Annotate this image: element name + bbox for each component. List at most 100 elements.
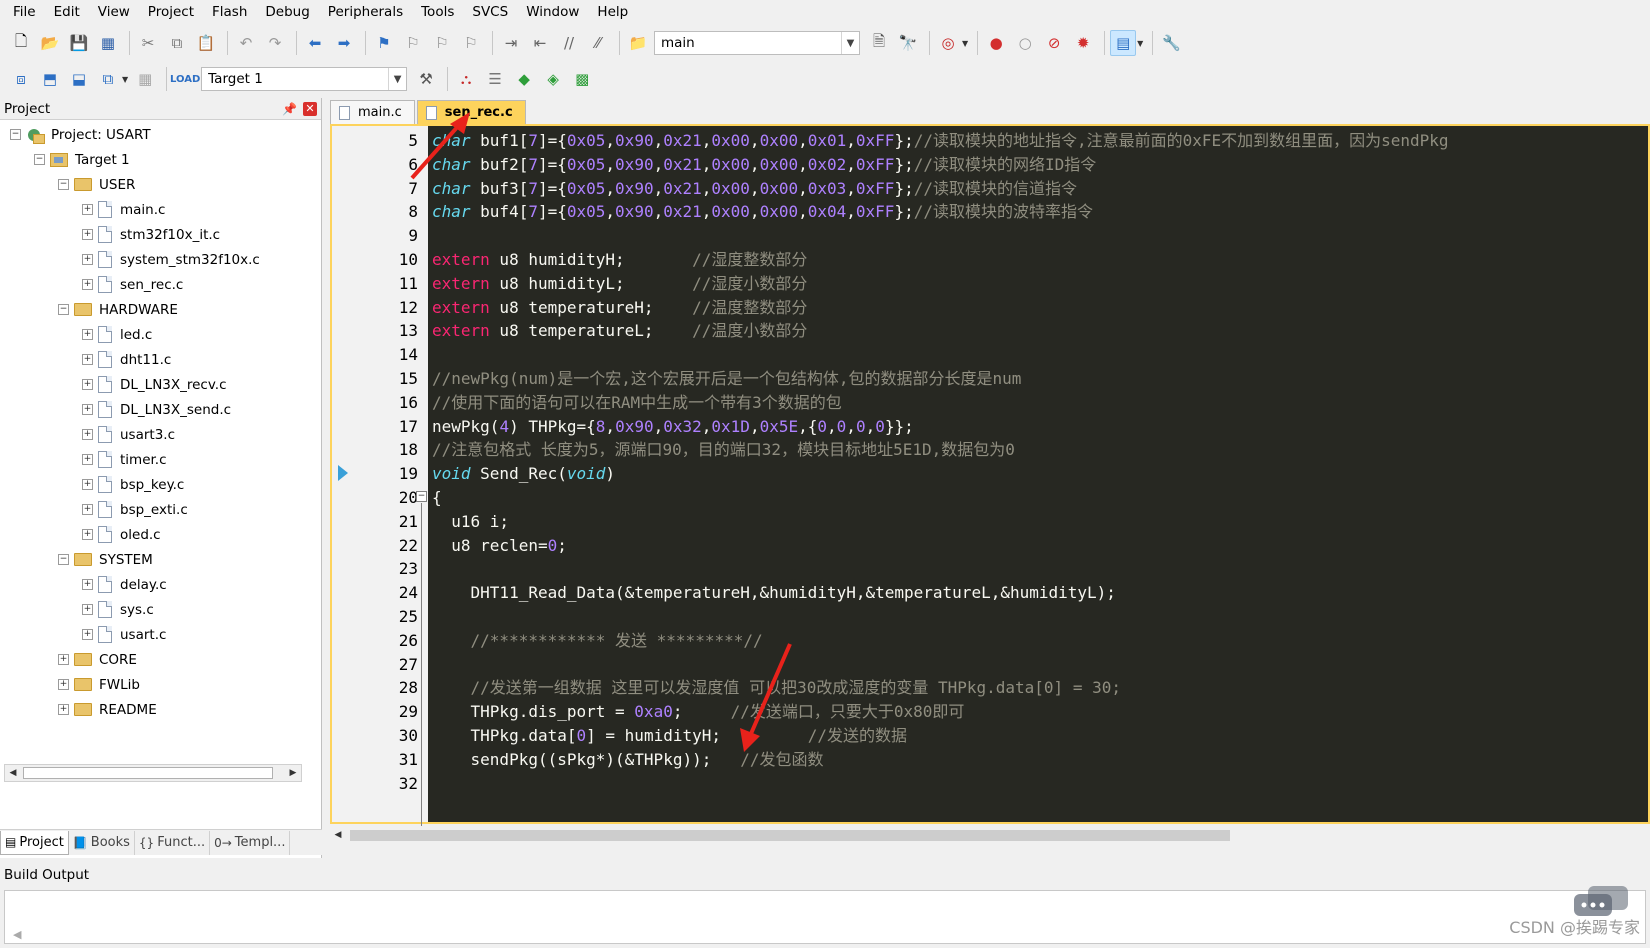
tree-item-target[interactable]: − Target 1 bbox=[0, 147, 321, 172]
collapse-icon[interactable]: − bbox=[10, 129, 21, 140]
tree-item-file[interactable]: + DL_LN3X_send.c bbox=[0, 397, 321, 422]
expand-icon[interactable]: + bbox=[82, 604, 93, 615]
find-combo[interactable]: main ▼ bbox=[654, 31, 860, 55]
project-horizontal-scrollbar[interactable]: ◀ ▶ bbox=[4, 764, 302, 782]
tree-item-file[interactable]: + timer.c bbox=[0, 447, 321, 472]
incremental-find-icon[interactable]: 🗎 bbox=[866, 30, 892, 56]
undo-icon[interactable]: ↶ bbox=[233, 30, 259, 56]
menu-svcs[interactable]: SVCS bbox=[463, 0, 517, 24]
tree-item-project[interactable]: − Project: USART bbox=[0, 122, 321, 147]
manage-project-items-icon[interactable]: ☰ bbox=[482, 66, 508, 92]
expand-icon[interactable]: + bbox=[82, 354, 93, 365]
tree-item-file[interactable]: + dht11.c bbox=[0, 347, 321, 372]
expand-icon[interactable]: + bbox=[82, 279, 93, 290]
new-file-icon[interactable]: 🗋 bbox=[8, 30, 34, 56]
scrollbar-thumb[interactable] bbox=[350, 830, 1230, 841]
bottom-tab-books[interactable]: 📘 Books bbox=[69, 830, 135, 855]
expand-icon[interactable]: + bbox=[58, 654, 69, 665]
fold-collapse-icon[interactable]: − bbox=[416, 491, 427, 502]
code-line[interactable]: //************ 发送 *********// bbox=[432, 628, 763, 653]
tree-item-file[interactable]: + oled.c bbox=[0, 522, 321, 547]
dropdown-arrow-icon[interactable]: ▼ bbox=[1137, 39, 1143, 48]
menu-flash[interactable]: Flash bbox=[203, 0, 256, 24]
menu-tools[interactable]: Tools bbox=[412, 0, 463, 24]
nav-forward-icon[interactable]: ➡ bbox=[331, 30, 357, 56]
redo-icon[interactable]: ↷ bbox=[262, 30, 288, 56]
menu-view[interactable]: View bbox=[89, 0, 139, 24]
code-line[interactable]: extern u8 humidityL; //湿度小数部分 bbox=[432, 271, 807, 296]
editor-horizontal-scrollbar[interactable]: ◀ bbox=[330, 826, 1650, 844]
menu-debug[interactable]: Debug bbox=[256, 0, 318, 24]
build-icon[interactable]: ⬒ bbox=[37, 66, 63, 92]
tree-item-file[interactable]: + usart.c bbox=[0, 622, 321, 647]
translate-icon[interactable]: ⧈ bbox=[8, 66, 34, 92]
copy-icon[interactable]: ⧉ bbox=[164, 30, 190, 56]
tree-item-file[interactable]: + usart3.c bbox=[0, 422, 321, 447]
tree-item-file[interactable]: + led.c bbox=[0, 322, 321, 347]
scroll-right-icon[interactable]: ▶ bbox=[285, 765, 301, 781]
find-icon[interactable]: 🔭 bbox=[895, 30, 921, 56]
scroll-left-icon[interactable]: ◀ bbox=[330, 827, 346, 843]
editor-tab-main-c[interactable]: main.c bbox=[330, 100, 415, 124]
build-output-text[interactable]: ◀ bbox=[4, 890, 1646, 944]
tree-item-file[interactable]: + system_stm32f10x.c bbox=[0, 247, 321, 272]
open-folder-icon[interactable]: 📂 bbox=[37, 30, 63, 56]
expand-icon[interactable]: + bbox=[82, 204, 93, 215]
code-line[interactable]: char buf2[7]={0x05,0x90,0x21,0x00,0x00,0… bbox=[432, 152, 1096, 177]
code-line[interactable]: char buf4[7]={0x05,0x90,0x21,0x00,0x00,0… bbox=[432, 199, 1093, 224]
download-icon[interactable]: LOAD bbox=[170, 66, 200, 92]
expand-icon[interactable]: + bbox=[82, 479, 93, 490]
code-line[interactable]: u8 reclen=0; bbox=[432, 533, 567, 558]
window-layout-icon[interactable]: ▤ bbox=[1110, 30, 1137, 56]
scroll-left-icon[interactable]: ◀ bbox=[13, 928, 21, 941]
code-line[interactable]: extern u8 humidityH; //湿度整数部分 bbox=[432, 247, 807, 272]
expand-icon[interactable]: + bbox=[82, 379, 93, 390]
bottom-tab-funct[interactable]: {} Funct... bbox=[135, 830, 211, 855]
tree-item-file[interactable]: + sys.c bbox=[0, 597, 321, 622]
scrollbar-track[interactable] bbox=[21, 766, 285, 780]
tree-item-file[interactable]: + bsp_key.c bbox=[0, 472, 321, 497]
chevron-down-icon[interactable]: ▼ bbox=[841, 32, 859, 54]
pin-icon[interactable]: 📌 bbox=[282, 102, 297, 116]
tree-item-folder[interactable]: − USER bbox=[0, 172, 321, 197]
batch-build-icon[interactable]: ⧉ bbox=[95, 66, 121, 92]
expand-icon[interactable]: + bbox=[58, 679, 69, 690]
code-line[interactable]: //使用下面的语句可以在RAM中生成一个带有3个数据的包 bbox=[432, 390, 842, 415]
menu-peripherals[interactable]: Peripherals bbox=[319, 0, 412, 24]
menu-window[interactable]: Window bbox=[517, 0, 588, 24]
select-packs-icon[interactable]: ◆ bbox=[511, 66, 537, 92]
expand-icon[interactable]: + bbox=[82, 229, 93, 240]
code-line[interactable]: u16 i; bbox=[432, 509, 509, 534]
configure-icon[interactable]: 🔧 bbox=[1158, 30, 1184, 56]
target-options-icon[interactable]: ⚒ bbox=[413, 66, 439, 92]
expand-icon[interactable]: + bbox=[82, 579, 93, 590]
menu-file[interactable]: File bbox=[4, 0, 45, 24]
find-in-files-icon[interactable]: 📁 bbox=[625, 30, 651, 56]
code-line[interactable]: { bbox=[432, 485, 442, 510]
code-line[interactable]: char buf1[7]={0x05,0x90,0x21,0x00,0x00,0… bbox=[432, 128, 1449, 153]
code-line[interactable]: //newPkg(num)是一个宏,这个宏展开后是一个包结构体,包的数据部分长度… bbox=[432, 366, 1021, 391]
uncomment-icon[interactable]: ⁄⁄ bbox=[585, 30, 611, 56]
code-line[interactable]: THPkg.dis_port = 0xa0; //发送端口，只要大于0x80即可 bbox=[432, 699, 965, 724]
bookmark-next-icon[interactable]: ⚐ bbox=[429, 30, 455, 56]
breakpoint-disable-icon[interactable]: ○ bbox=[1012, 30, 1038, 56]
pack-installer-icon[interactable]: ◈ bbox=[540, 66, 566, 92]
expand-icon[interactable]: + bbox=[82, 629, 93, 640]
tree-item-file[interactable]: + delay.c bbox=[0, 572, 321, 597]
tree-item-folder[interactable]: − SYSTEM bbox=[0, 547, 321, 572]
expand-icon[interactable]: + bbox=[82, 529, 93, 540]
collapse-icon[interactable]: − bbox=[34, 154, 45, 165]
nav-back-icon[interactable]: ⬅ bbox=[302, 30, 328, 56]
code-line[interactable]: extern u8 temperatureH; //温度整数部分 bbox=[432, 295, 807, 320]
collapse-icon[interactable]: − bbox=[58, 304, 69, 315]
bottom-tab-project[interactable]: ▤ Project bbox=[0, 830, 69, 855]
code-line[interactable]: DHT11_Read_Data(&temperatureH,&humidityH… bbox=[432, 580, 1116, 605]
stop-build-icon[interactable]: ▦ bbox=[132, 66, 158, 92]
bookmark-clear-icon[interactable]: ⚐ bbox=[458, 30, 484, 56]
target-combo[interactable]: Target 1 ▼ bbox=[201, 67, 408, 91]
code-line[interactable]: //发送第一组数据 这里可以发湿度值 可以把30改成湿度的变量 THPkg.da… bbox=[432, 675, 1121, 700]
expand-icon[interactable]: + bbox=[82, 429, 93, 440]
code-line[interactable]: //注意包格式 长度为5，源端口90，目的端口32，模块目标地址5E1D,数据包… bbox=[432, 437, 1015, 462]
bookmark-set-icon[interactable]: ⚑ bbox=[371, 30, 397, 56]
save-all-icon[interactable]: ▦ bbox=[95, 30, 121, 56]
